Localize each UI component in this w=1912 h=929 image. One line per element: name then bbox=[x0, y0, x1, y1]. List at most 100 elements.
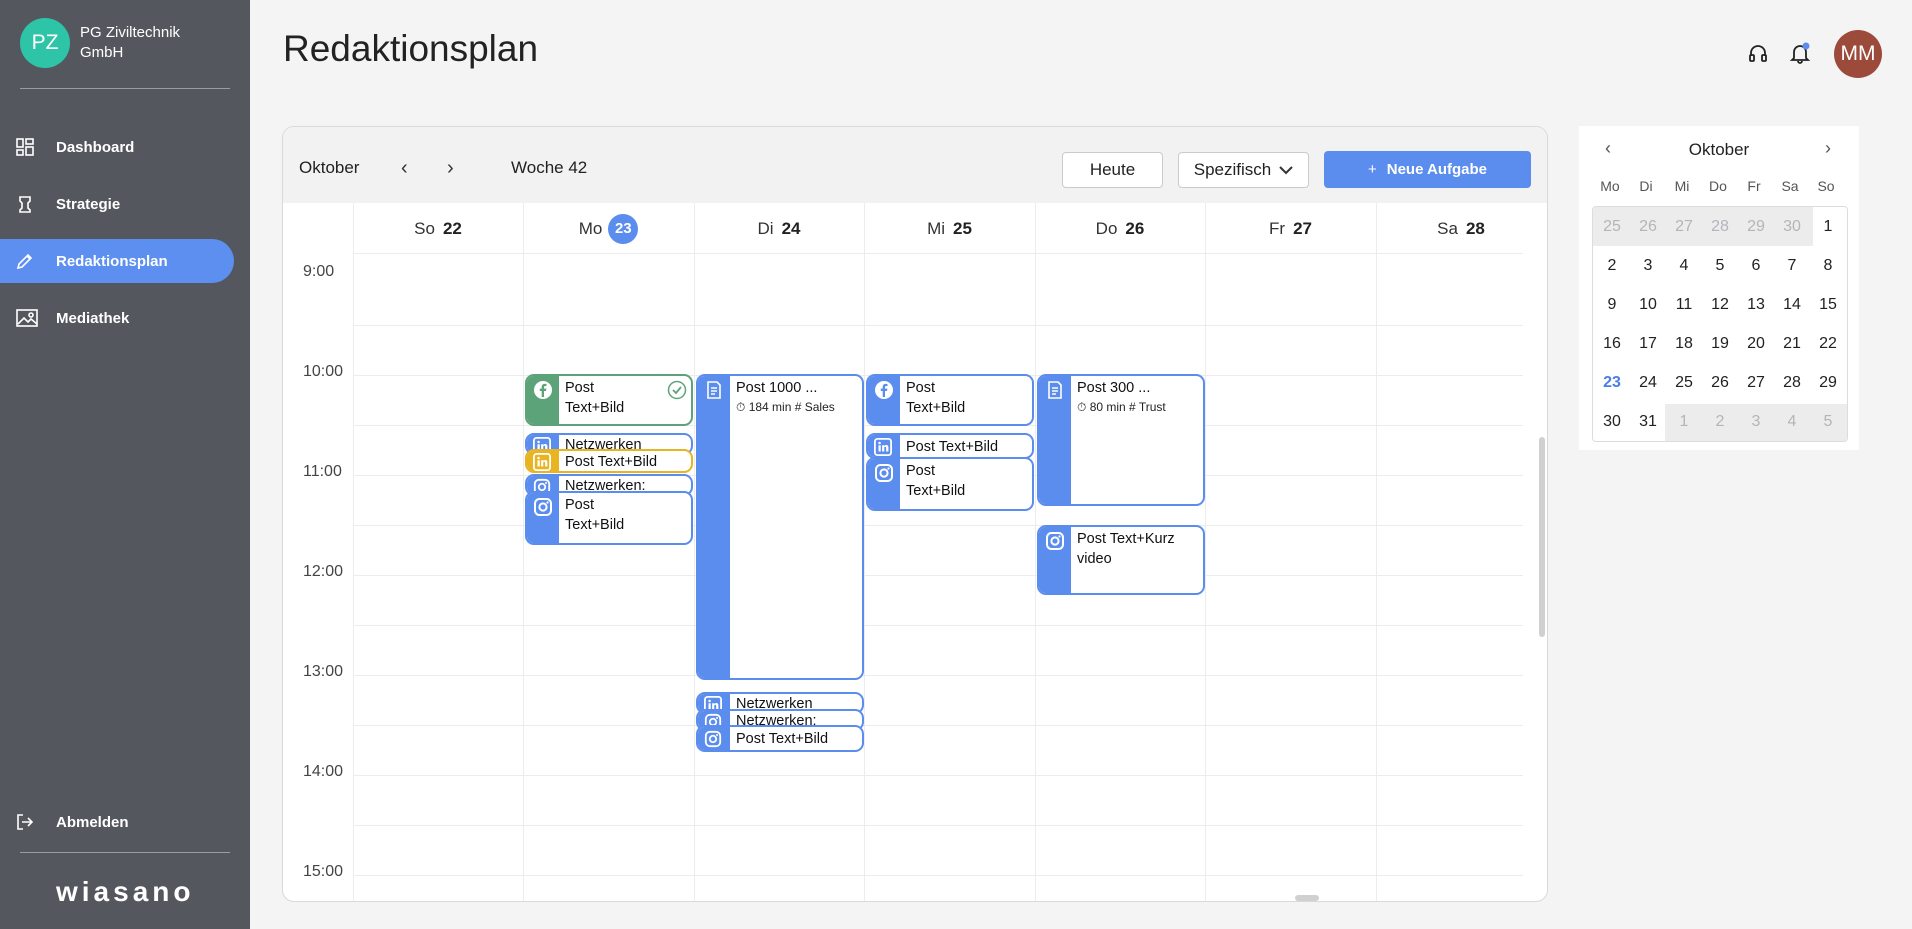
day-header[interactable]: Sa 28 bbox=[1376, 203, 1546, 254]
mini-calendar-day[interactable]: 27 bbox=[1738, 363, 1774, 403]
org-switcher[interactable]: PZ PG Ziviltechnik GmbH bbox=[20, 18, 210, 68]
weekday-label: Do bbox=[1709, 178, 1727, 194]
document-icon bbox=[1048, 381, 1062, 399]
divider bbox=[20, 852, 230, 853]
mini-calendar-day[interactable]: 5 bbox=[1810, 402, 1846, 441]
dashboard-icon bbox=[16, 138, 34, 156]
calendar-event[interactable]: Post Text+Bild bbox=[525, 491, 693, 545]
instagram-icon bbox=[534, 498, 552, 516]
linkedin-icon bbox=[533, 453, 551, 471]
mini-calendar-day[interactable]: 28 bbox=[1774, 363, 1810, 403]
mini-calendar-day[interactable]: 2 bbox=[1702, 402, 1738, 441]
mini-calendar-day[interactable]: 28 bbox=[1702, 207, 1738, 247]
mini-calendar-day[interactable]: 27 bbox=[1666, 207, 1702, 247]
instagram-icon bbox=[1046, 532, 1064, 550]
mini-calendar-day[interactable]: 26 bbox=[1630, 207, 1666, 247]
mini-calendar-day[interactable]: 15 bbox=[1810, 285, 1846, 325]
calendar-event[interactable]: Post Text+Bild bbox=[696, 725, 864, 752]
linkedin-icon bbox=[874, 438, 892, 456]
mini-calendar-day[interactable]: 21 bbox=[1774, 324, 1810, 364]
time-label: 9:00 bbox=[303, 263, 335, 280]
day-header[interactable]: Do 26 bbox=[1035, 203, 1205, 254]
mini-calendar-day[interactable]: 22 bbox=[1810, 324, 1846, 364]
mini-calendar-day[interactable]: 18 bbox=[1666, 324, 1702, 364]
org-avatar: PZ bbox=[20, 18, 70, 68]
calendar-event[interactable]: Post Text+Bild bbox=[866, 433, 1034, 459]
sidebar-item-strategie[interactable]: Strategie bbox=[0, 182, 234, 226]
sidebar-item-dashboard[interactable]: Dashboard bbox=[0, 125, 234, 169]
mini-calendar-day[interactable]: 7 bbox=[1774, 246, 1810, 286]
mini-calendar-day[interactable]: 16 bbox=[1594, 324, 1630, 364]
calendar-toolbar: Oktober ‹ › Woche 42 Heute Spezifisch + … bbox=[283, 127, 1547, 203]
instagram-icon bbox=[704, 730, 722, 748]
mini-calendar-day[interactable]: 30 bbox=[1774, 207, 1810, 247]
plus-icon: + bbox=[1367, 161, 1377, 178]
mini-calendar-day[interactable]: 6 bbox=[1738, 246, 1774, 286]
view-select[interactable]: Spezifisch bbox=[1178, 152, 1309, 188]
headset-icon[interactable] bbox=[1748, 44, 1768, 69]
mini-calendar-day[interactable]: 24 bbox=[1630, 363, 1666, 403]
mini-calendar-day[interactable]: 4 bbox=[1666, 246, 1702, 286]
new-task-button[interactable]: + Neue Aufgabe bbox=[1324, 151, 1531, 188]
calendar-event[interactable]: Post Text+Bild bbox=[866, 374, 1034, 426]
sidebar-item-redaktionsplan[interactable]: Redaktionsplan bbox=[0, 239, 234, 283]
time-label: 14:00 bbox=[303, 763, 344, 780]
chevron-down-icon bbox=[1279, 166, 1293, 175]
mini-calendar-day[interactable]: 4 bbox=[1774, 402, 1810, 441]
calendar-event[interactable]: Post Text+Kurzvideo bbox=[1037, 525, 1205, 595]
mini-calendar-day[interactable]: 11 bbox=[1666, 285, 1702, 325]
logout-button[interactable]: Abmelden bbox=[0, 800, 234, 844]
org-name: PG Ziviltechnik GmbH bbox=[80, 24, 181, 61]
mini-calendar-day[interactable]: 3 bbox=[1630, 246, 1666, 286]
mini-calendar-day[interactable]: 17 bbox=[1630, 324, 1666, 364]
mini-calendar-day[interactable]: 2 bbox=[1594, 246, 1630, 286]
mini-calendar-day[interactable]: 25 bbox=[1666, 363, 1702, 403]
mini-calendar-day[interactable]: 14 bbox=[1774, 285, 1810, 325]
sidebar-item-label: Dashboard bbox=[56, 138, 135, 156]
logout-label: Abmelden bbox=[56, 813, 129, 831]
prev-week-button[interactable]: ‹ bbox=[401, 157, 408, 180]
mini-calendar-day[interactable]: 23 bbox=[1594, 363, 1630, 403]
mini-calendar-day[interactable]: 20 bbox=[1738, 324, 1774, 364]
sidebar-item-mediathek[interactable]: Mediathek bbox=[0, 296, 234, 340]
calendar-event[interactable]: Post 300 ... ⏱ 80 min # Trust bbox=[1037, 374, 1205, 506]
mini-calendar-day[interactable]: 25 bbox=[1594, 207, 1630, 247]
today-button[interactable]: Heute bbox=[1062, 152, 1163, 188]
day-header[interactable]: So 22 bbox=[353, 203, 523, 254]
day-header[interactable]: Mi 25 bbox=[864, 203, 1035, 254]
mini-calendar-day[interactable]: 1 bbox=[1810, 207, 1846, 247]
mini-calendar-day[interactable]: 3 bbox=[1738, 402, 1774, 441]
mini-calendar-day[interactable]: 30 bbox=[1594, 402, 1630, 441]
next-week-button[interactable]: › bbox=[447, 157, 454, 180]
week-label: Woche 42 bbox=[511, 158, 588, 177]
mini-calendar-day[interactable]: 26 bbox=[1702, 363, 1738, 403]
mini-calendar-day[interactable]: 12 bbox=[1702, 285, 1738, 325]
facebook-icon bbox=[534, 381, 552, 399]
mini-calendar-day[interactable]: 9 bbox=[1594, 285, 1630, 325]
day-header[interactable]: Di 24 bbox=[694, 203, 864, 254]
bell-icon[interactable] bbox=[1789, 42, 1811, 69]
mini-calendar-day[interactable]: 31 bbox=[1630, 402, 1666, 441]
day-header[interactable]: Mo 23 bbox=[523, 203, 694, 254]
mini-calendar-day[interactable]: 19 bbox=[1702, 324, 1738, 364]
sidebar-item-label: Redaktionsplan bbox=[56, 252, 168, 270]
mini-next-month-button[interactable]: › bbox=[1825, 138, 1831, 159]
calendar-panel: Oktober ‹ › Woche 42 Heute Spezifisch + … bbox=[282, 126, 1548, 902]
mini-calendar-day[interactable]: 8 bbox=[1810, 246, 1846, 286]
day-header[interactable]: Fr 27 bbox=[1205, 203, 1376, 254]
mini-calendar-day[interactable]: 29 bbox=[1738, 207, 1774, 247]
mini-calendar-day[interactable]: 1 bbox=[1666, 402, 1702, 441]
calendar-event[interactable]: Post Text+Bild bbox=[866, 457, 1034, 511]
horizontal-scrollbar[interactable] bbox=[1295, 895, 1319, 901]
mini-calendar-day[interactable]: 29 bbox=[1810, 363, 1846, 403]
mini-calendar-day[interactable]: 13 bbox=[1738, 285, 1774, 325]
instagram-icon bbox=[875, 464, 893, 482]
user-avatar[interactable]: MM bbox=[1834, 30, 1882, 78]
vertical-scrollbar[interactable] bbox=[1539, 437, 1545, 637]
mini-calendar-day[interactable]: 10 bbox=[1630, 285, 1666, 325]
calendar-event[interactable]: Post 1000 ... ⏱ 184 min # Sales bbox=[696, 374, 864, 680]
page-title: Redaktionsplan bbox=[283, 28, 539, 69]
calendar-event[interactable]: Post Text+Bild bbox=[525, 374, 693, 426]
calendar-event[interactable]: Post Text+Bild bbox=[525, 449, 693, 473]
mini-calendar-day[interactable]: 5 bbox=[1702, 246, 1738, 286]
